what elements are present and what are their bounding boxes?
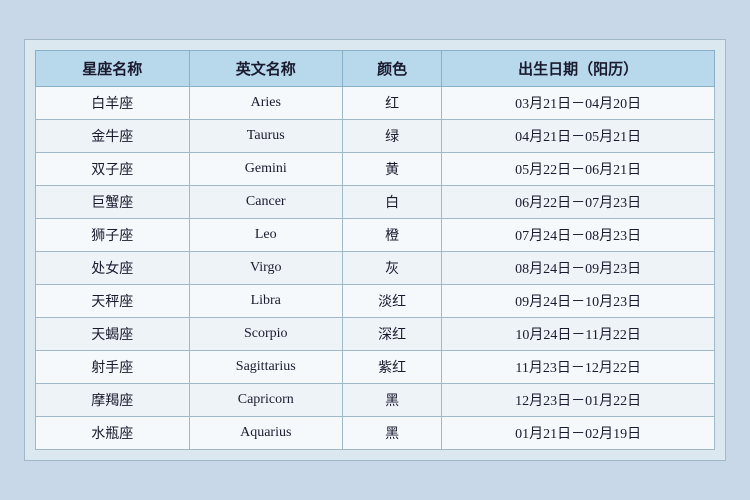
table-row: 处女座Virgo灰08月24日－09月23日 (36, 252, 715, 285)
table-row: 天蝎座Scorpio深红10月24日－11月22日 (36, 318, 715, 351)
table-container: 星座名称英文名称颜色出生日期（阳历） 白羊座Aries红03月21日－04月20… (24, 39, 726, 461)
table-cell-4-3: 07月24日－08月23日 (442, 219, 715, 252)
table-row: 金牛座Taurus绿04月21日－05月21日 (36, 120, 715, 153)
table-cell-2-0: 双子座 (36, 153, 190, 186)
table-cell-3-2: 白 (343, 186, 442, 219)
table-cell-0-3: 03月21日－04月20日 (442, 87, 715, 120)
table-cell-7-1: Scorpio (189, 318, 343, 351)
table-cell-5-2: 灰 (343, 252, 442, 285)
table-cell-8-2: 紫红 (343, 351, 442, 384)
table-cell-3-0: 巨蟹座 (36, 186, 190, 219)
table-cell-2-1: Gemini (189, 153, 343, 186)
table-cell-0-1: Aries (189, 87, 343, 120)
table-cell-8-0: 射手座 (36, 351, 190, 384)
table-cell-9-3: 12月23日－01月22日 (442, 384, 715, 417)
table-cell-7-3: 10月24日－11月22日 (442, 318, 715, 351)
table-cell-2-2: 黄 (343, 153, 442, 186)
table-cell-1-2: 绿 (343, 120, 442, 153)
table-cell-4-2: 橙 (343, 219, 442, 252)
table-row: 天秤座Libra淡红09月24日－10月23日 (36, 285, 715, 318)
table-cell-4-1: Leo (189, 219, 343, 252)
table-cell-1-0: 金牛座 (36, 120, 190, 153)
table-cell-10-1: Aquarius (189, 417, 343, 450)
table-cell-1-3: 04月21日－05月21日 (442, 120, 715, 153)
table-cell-1-1: Taurus (189, 120, 343, 153)
zodiac-table: 星座名称英文名称颜色出生日期（阳历） 白羊座Aries红03月21日－04月20… (35, 50, 715, 450)
table-cell-10-3: 01月21日－02月19日 (442, 417, 715, 450)
column-header-3: 出生日期（阳历） (442, 51, 715, 87)
column-header-1: 英文名称 (189, 51, 343, 87)
table-cell-5-3: 08月24日－09月23日 (442, 252, 715, 285)
table-cell-5-0: 处女座 (36, 252, 190, 285)
table-row: 巨蟹座Cancer白06月22日－07月23日 (36, 186, 715, 219)
table-cell-0-0: 白羊座 (36, 87, 190, 120)
table-cell-4-0: 狮子座 (36, 219, 190, 252)
table-cell-6-1: Libra (189, 285, 343, 318)
table-row: 水瓶座Aquarius黑01月21日－02月19日 (36, 417, 715, 450)
table-row: 狮子座Leo橙07月24日－08月23日 (36, 219, 715, 252)
table-cell-9-1: Capricorn (189, 384, 343, 417)
table-cell-8-1: Sagittarius (189, 351, 343, 384)
table-cell-9-0: 摩羯座 (36, 384, 190, 417)
table-cell-7-0: 天蝎座 (36, 318, 190, 351)
table-cell-7-2: 深红 (343, 318, 442, 351)
table-row: 摩羯座Capricorn黑12月23日－01月22日 (36, 384, 715, 417)
table-cell-3-1: Cancer (189, 186, 343, 219)
column-header-0: 星座名称 (36, 51, 190, 87)
table-cell-0-2: 红 (343, 87, 442, 120)
table-cell-10-0: 水瓶座 (36, 417, 190, 450)
table-cell-3-3: 06月22日－07月23日 (442, 186, 715, 219)
column-header-2: 颜色 (343, 51, 442, 87)
table-cell-10-2: 黑 (343, 417, 442, 450)
table-cell-8-3: 11月23日－12月22日 (442, 351, 715, 384)
table-cell-5-1: Virgo (189, 252, 343, 285)
table-cell-9-2: 黑 (343, 384, 442, 417)
table-cell-6-3: 09月24日－10月23日 (442, 285, 715, 318)
table-row: 双子座Gemini黄05月22日－06月21日 (36, 153, 715, 186)
table-cell-6-0: 天秤座 (36, 285, 190, 318)
table-cell-6-2: 淡红 (343, 285, 442, 318)
table-row: 白羊座Aries红03月21日－04月20日 (36, 87, 715, 120)
table-cell-2-3: 05月22日－06月21日 (442, 153, 715, 186)
table-row: 射手座Sagittarius紫红11月23日－12月22日 (36, 351, 715, 384)
